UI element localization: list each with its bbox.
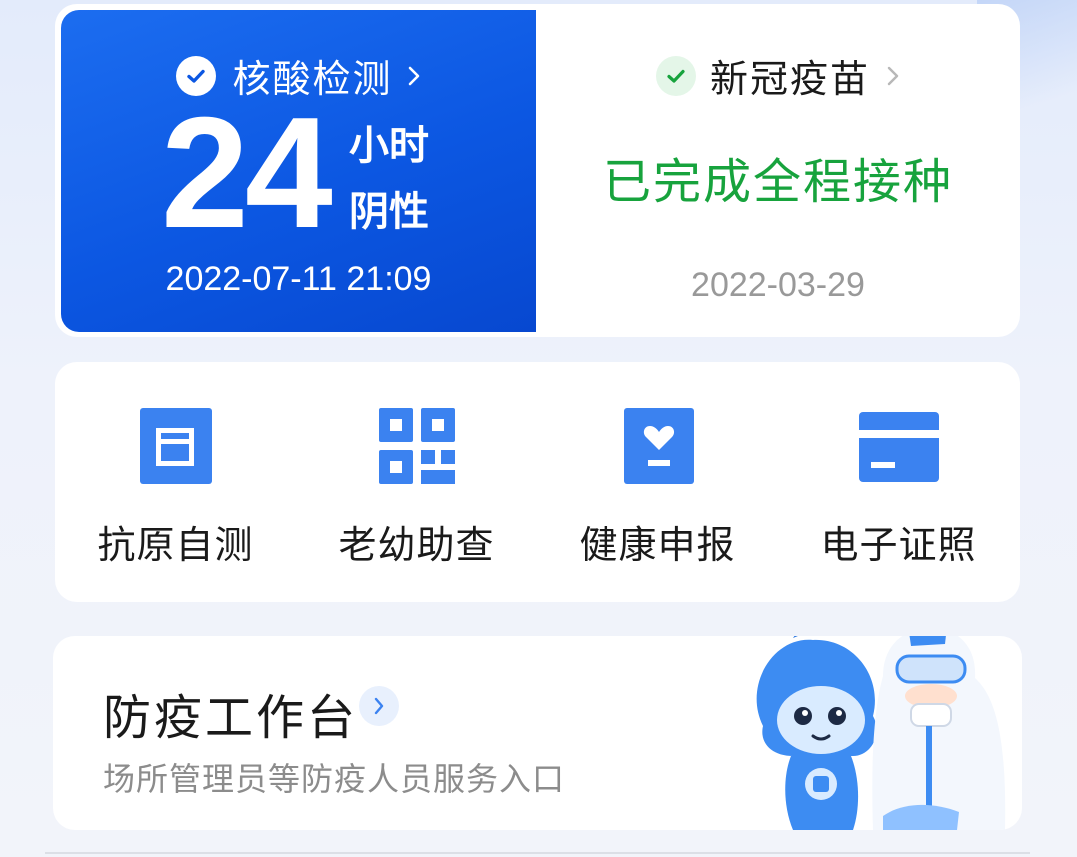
check-circle-icon [655,55,696,96]
workbench-title: 防疫工作台 [103,690,359,746]
workbench-subtitle: 场所管理员等防疫人员服务入口 [103,760,566,798]
bottom-divider [45,852,1030,854]
service-label: 健康申报 [579,523,736,567]
service-label: 抗原自测 [97,523,254,567]
vaccine-date: 2022-03-29 [691,266,865,304]
test-hours-number: 24 [161,85,333,261]
vaccine-status: 已完成全程接种 [602,154,953,210]
service-label: 老幼助查 [338,523,495,567]
test-hours-unit: 小时 [349,123,429,169]
nucleic-test-panel[interactable]: 核酸检测 24 小时 阴性 2022-07-11 21:09 [61,10,536,332]
vaccine-panel[interactable]: 新冠疫苗 已完成全程接种 2022-03-29 [536,10,1020,332]
health-status-card: 核酸检测 24 小时 阴性 2022-07-11 21:09 新冠疫苗 已完成全… [55,4,1020,337]
heart-report-icon [623,408,694,484]
vaccine-title: 新冠疫苗 [709,57,870,101]
service-e-certificate[interactable]: 电子证照 [778,362,1019,602]
service-label: 电子证照 [820,523,977,567]
service-antigen-test[interactable]: 抗原自测 [55,362,296,602]
test-result: 阴性 [349,189,429,235]
mascot-illustration [756,636,1006,830]
blue-mascot [756,636,877,830]
qr-code-icon [378,408,455,484]
card-icon [858,412,939,482]
chevron-right-icon [359,686,399,726]
antigen-test-icon [139,408,212,484]
services-card: 抗原自测 老幼助查 健康申报 电子证照 [55,362,1020,602]
health-worker [872,636,1006,830]
service-elderly-child-check[interactable]: 老幼助查 [296,362,537,602]
chevron-right-icon [408,66,419,85]
chevron-right-icon [887,66,899,85]
epidemic-workbench-card[interactable]: 防疫工作台 场所管理员等防疫人员服务入口 [53,636,1022,830]
service-health-report[interactable]: 健康申报 [537,362,778,602]
vaccine-header: 新冠疫苗 [536,48,1020,103]
test-timestamp: 2022-07-11 21:09 [165,260,432,298]
